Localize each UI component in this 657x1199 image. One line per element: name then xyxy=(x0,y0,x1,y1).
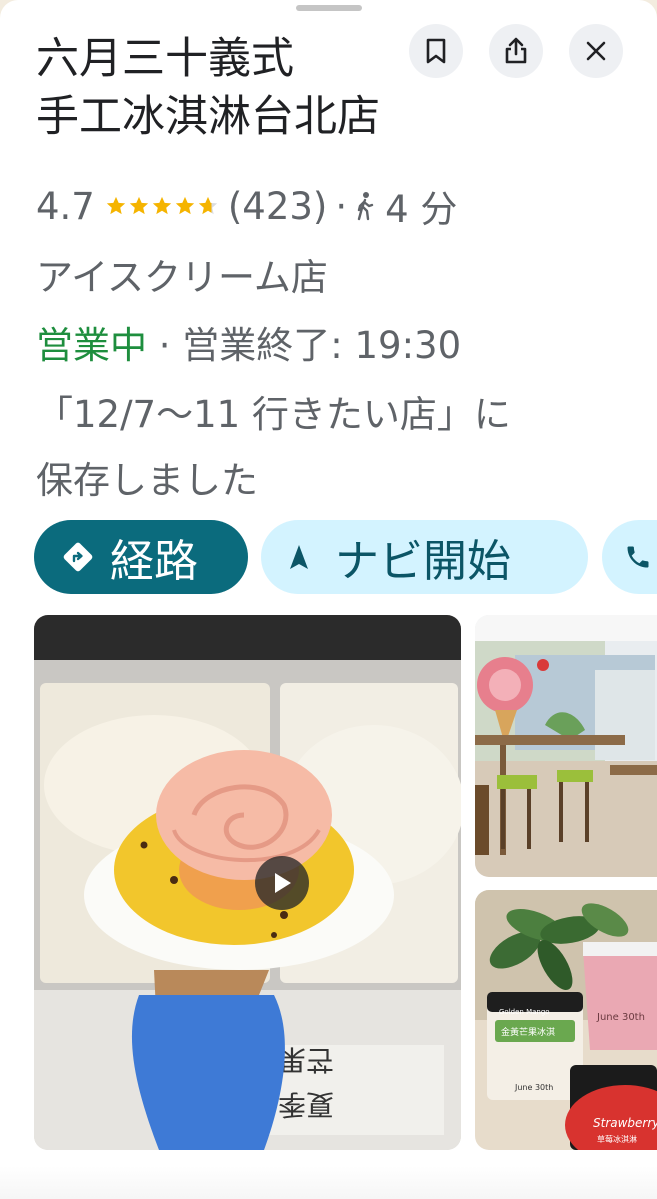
star-icon xyxy=(106,196,126,215)
closing-time: · 営業終了: 19:30 xyxy=(147,324,462,367)
rose-gelato-image: 芒果 夏季 xyxy=(34,615,461,1150)
jar1-brand: Golden Mango xyxy=(499,1008,550,1016)
photo-shop-interior[interactable] xyxy=(475,615,657,877)
directions-icon xyxy=(62,541,94,573)
hours-row[interactable]: 営業中 · 営業終了: 19:30 xyxy=(36,315,461,369)
jar3-chinese: 草莓冰淇淋 xyxy=(597,1134,637,1144)
place-title: 六月三十義式 手工冰淇淋台北店 xyxy=(36,30,416,146)
jar2-brand: June 30th xyxy=(514,1083,553,1092)
share-icon xyxy=(505,37,527,64)
star-icon xyxy=(175,196,195,215)
rating-row[interactable]: 4.7 (423) · 4 分 xyxy=(36,180,457,232)
call-button[interactable] xyxy=(602,520,657,594)
open-status: 営業中 xyxy=(36,324,147,367)
play-button[interactable] xyxy=(255,856,309,910)
play-icon xyxy=(275,873,291,893)
bookmark-icon xyxy=(426,38,446,64)
phone-icon xyxy=(624,543,652,571)
directions-button[interactable]: 経路 xyxy=(34,520,248,594)
star-icon xyxy=(129,196,149,215)
saved-list-note[interactable]: 「12/7～11 行きたい店」に 保存しました xyxy=(36,382,626,514)
start-navigation-button[interactable]: ナビ開始 xyxy=(261,520,588,594)
saved-note-line1: 「12/7～11 行きたい店」に xyxy=(36,393,511,436)
rating-value: 4.7 xyxy=(36,184,95,228)
ice-cream-jars-image: June 30th Golden Mango 金黃芒果冰淇 Strawberry… xyxy=(475,890,657,1150)
jar3-label: Strawberry xyxy=(593,1116,657,1130)
rating-stars xyxy=(105,195,220,217)
photo-video-rose-gelato[interactable]: 芒果 夏季 xyxy=(34,615,461,1150)
star-icon xyxy=(152,196,172,215)
directions-label: 経路 xyxy=(110,536,198,587)
close-button[interactable] xyxy=(569,24,623,78)
jar1-chinese: 金黃芒果冰淇 xyxy=(501,1026,555,1038)
separator-dot: · xyxy=(335,184,348,228)
cup-label: June 30th xyxy=(596,1012,645,1023)
star-half-icon xyxy=(198,196,218,215)
review-count[interactable]: (423) xyxy=(228,185,328,228)
walking-icon xyxy=(357,192,374,221)
navigation-arrow-icon xyxy=(289,544,309,570)
start-navigation-label: ナビ開始 xyxy=(335,536,511,587)
place-sheet: 六月三十義式 手工冰淇淋台北店 4.7 (423) · 4 分 アイスクリーム店… xyxy=(0,0,657,1199)
share-button[interactable] xyxy=(489,24,543,78)
photo-ice-cream-jars[interactable]: June 30th Golden Mango 金黃芒果冰淇 Strawberry… xyxy=(475,890,657,1150)
sign-text-2: 夏季 xyxy=(278,1088,334,1121)
place-title-line2: 手工冰淇淋台北店 xyxy=(36,92,380,142)
walk-time: 4 分 xyxy=(385,188,458,231)
sign-text-1: 芒果 xyxy=(278,1043,334,1076)
bottom-edge xyxy=(0,1166,657,1199)
place-category: アイスクリーム店 xyxy=(36,256,328,299)
shop-interior-image xyxy=(475,615,657,877)
drag-handle[interactable] xyxy=(296,5,362,11)
close-icon xyxy=(586,41,606,61)
save-button[interactable] xyxy=(409,24,463,78)
place-title-line1: 六月三十義式 xyxy=(36,34,294,84)
action-chips: 経路 ナビ開始 xyxy=(34,520,657,594)
saved-note-line2: 保存しました xyxy=(36,459,258,502)
